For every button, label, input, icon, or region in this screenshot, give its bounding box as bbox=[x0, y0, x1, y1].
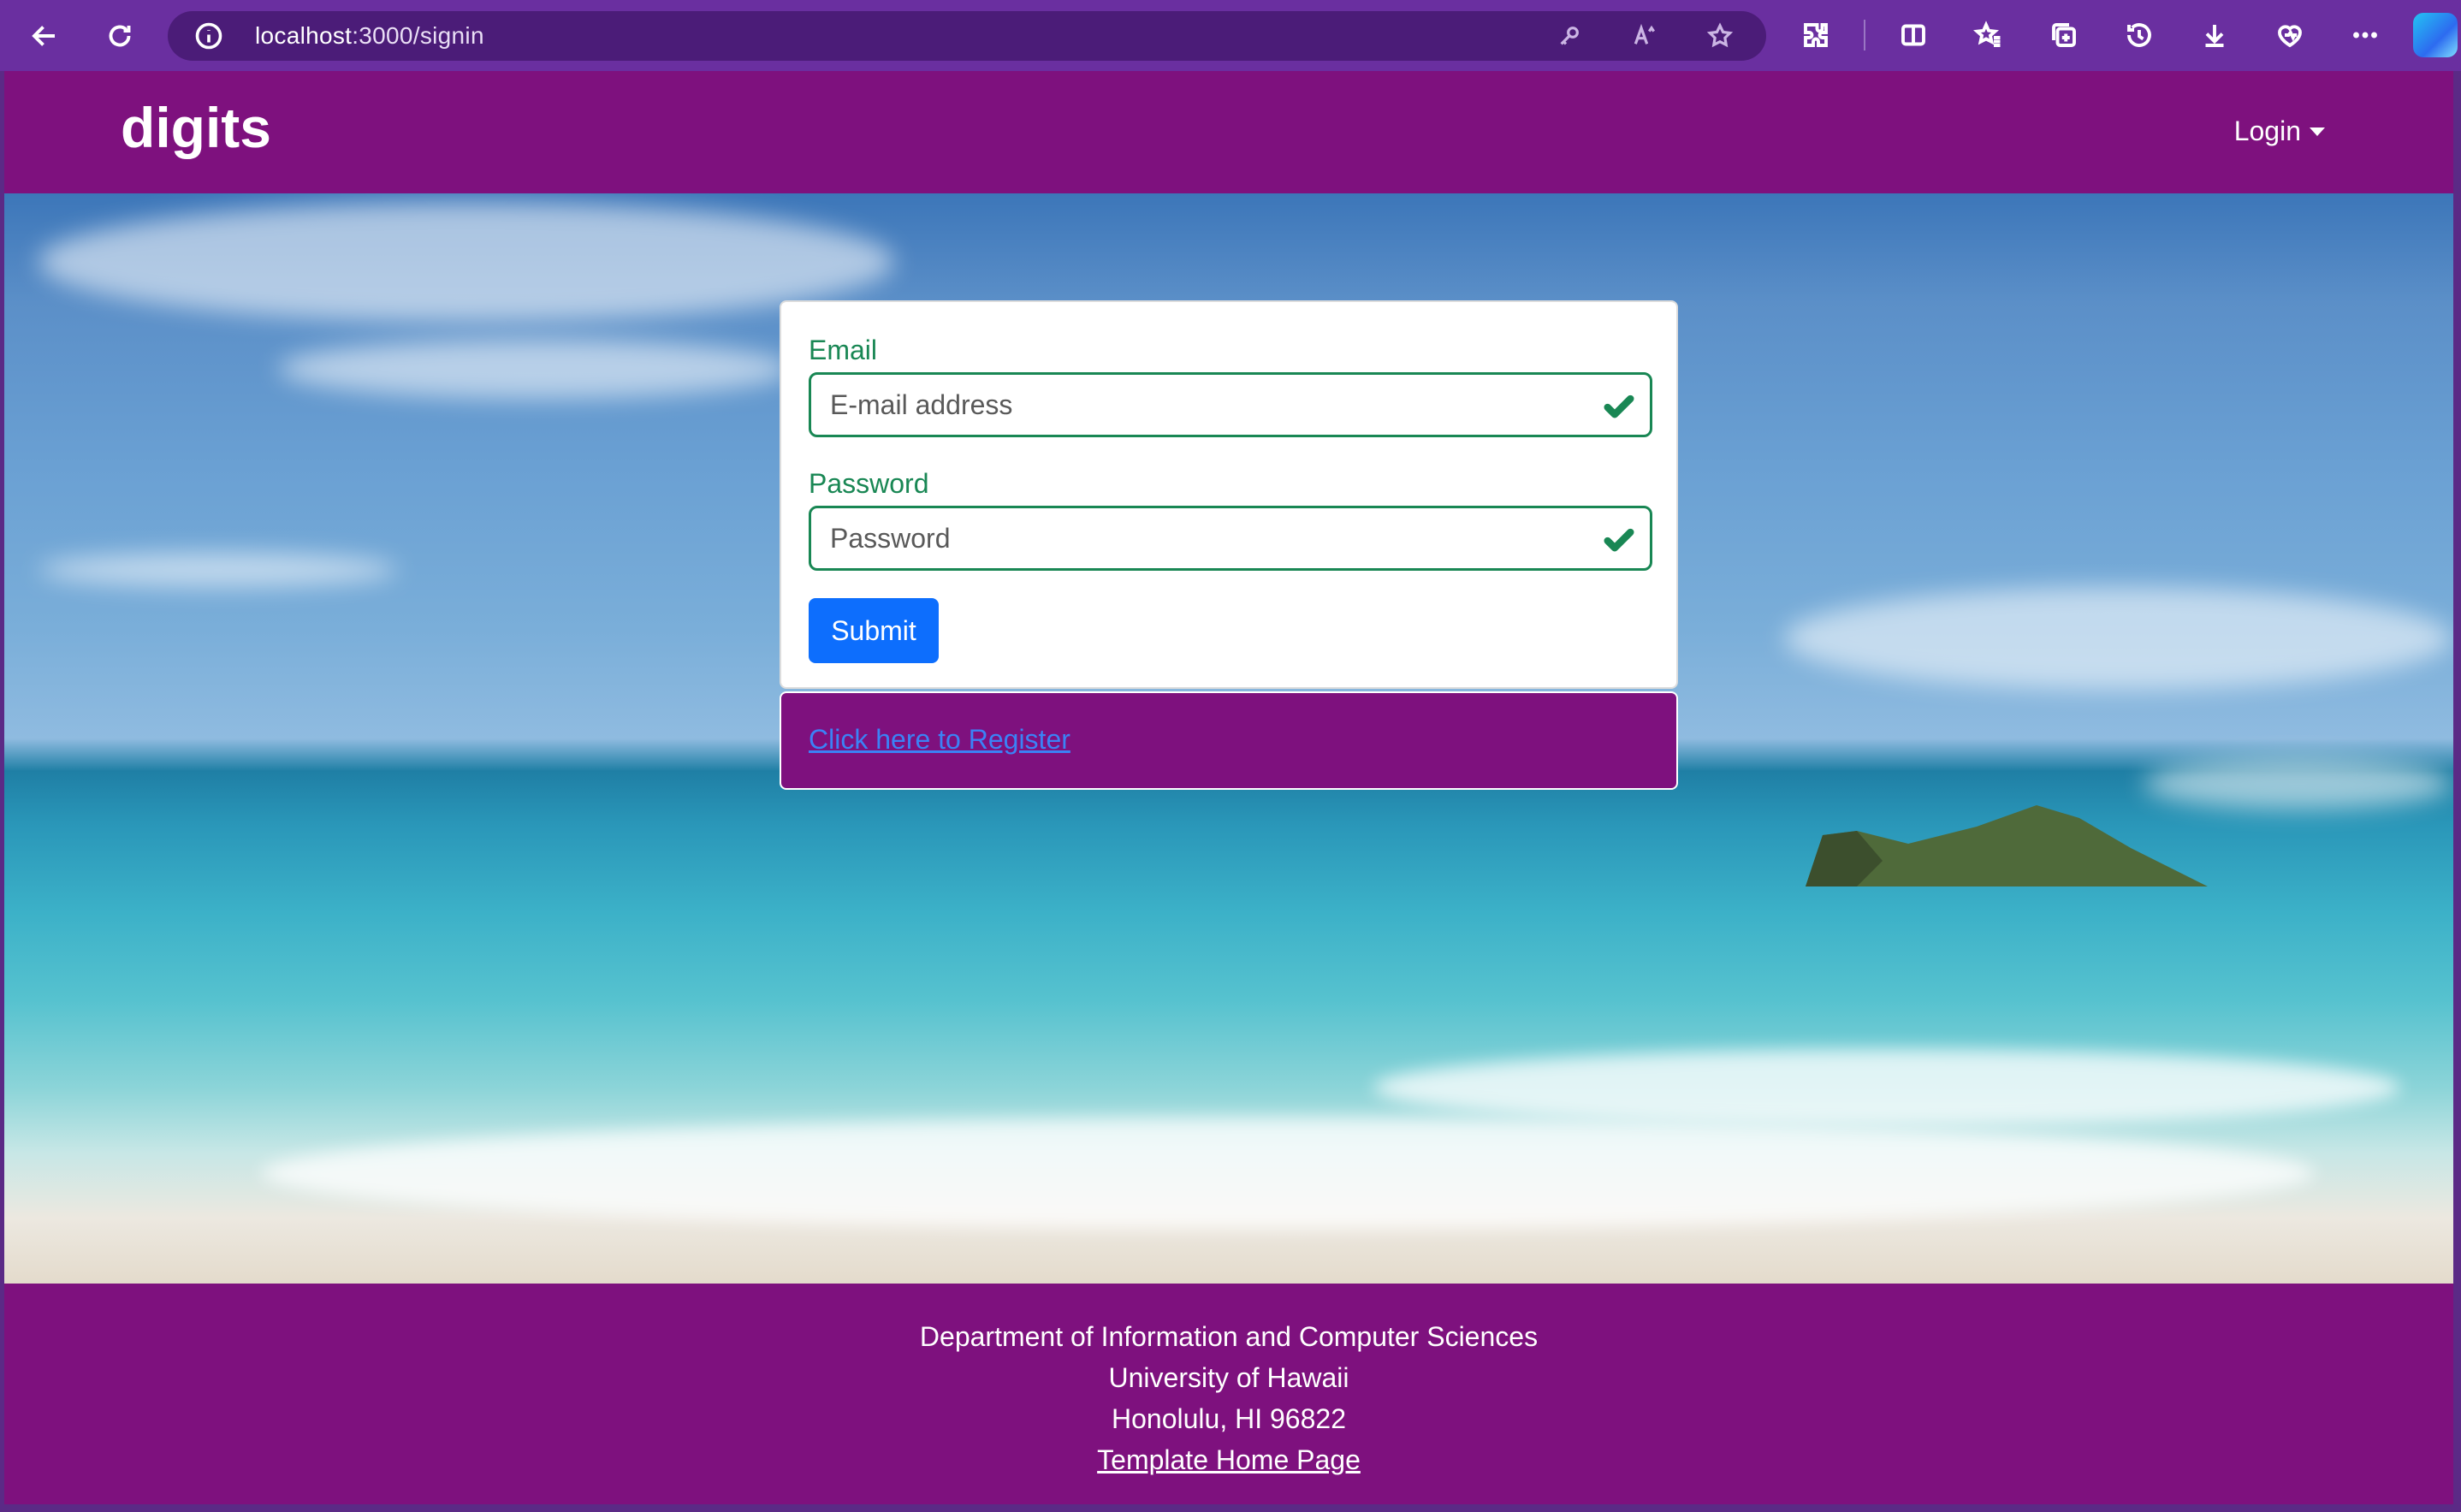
island-graphic bbox=[1806, 805, 2208, 886]
favorites-icon[interactable] bbox=[1961, 8, 2016, 62]
password-label: Password bbox=[809, 468, 929, 499]
login-dropdown[interactable]: Login bbox=[2234, 116, 2325, 147]
password-field[interactable] bbox=[830, 519, 1583, 558]
app-viewport: digits Login Login to your account Email bbox=[4, 71, 2453, 1504]
email-field-wrapper bbox=[809, 372, 1652, 437]
island bbox=[1806, 801, 2208, 886]
downloads-icon[interactable] bbox=[2187, 8, 2242, 62]
brand-logo[interactable]: digits bbox=[121, 95, 271, 160]
favorite-star-icon[interactable] bbox=[1693, 19, 1747, 53]
history-icon[interactable] bbox=[2112, 8, 2167, 62]
copilot-icon[interactable] bbox=[2413, 13, 2458, 57]
caret-down-icon bbox=[2310, 127, 2325, 136]
extensions-icon[interactable] bbox=[1788, 8, 1843, 62]
login-form-card: Email Password Submit bbox=[780, 300, 1678, 689]
submit-button[interactable]: Submit bbox=[809, 598, 939, 663]
navbar: digits Login bbox=[4, 71, 2453, 193]
refresh-icon[interactable] bbox=[92, 9, 147, 63]
footer: Department of Information and Computer S… bbox=[4, 1284, 2453, 1504]
url-path: :3000/signin bbox=[352, 22, 484, 49]
browser-essentials-icon[interactable] bbox=[2262, 8, 2317, 62]
back-icon[interactable] bbox=[17, 9, 72, 63]
register-box: Click here to Register bbox=[780, 691, 1678, 790]
browser-toolbar: localhost:3000/signin bbox=[0, 0, 2461, 71]
check-icon bbox=[1602, 524, 1636, 558]
url-host: localhost bbox=[255, 22, 353, 49]
toolbar-divider bbox=[1864, 20, 1865, 50]
footer-university: University of Hawaii bbox=[1108, 1362, 1349, 1393]
url-text[interactable]: localhost:3000/signin bbox=[255, 22, 484, 50]
check-icon bbox=[1602, 390, 1636, 424]
footer-department: Department of Information and Computer S… bbox=[919, 1321, 1539, 1352]
read-aloud-icon[interactable] bbox=[1617, 19, 1672, 53]
password-field-wrapper bbox=[809, 506, 1652, 571]
info-icon[interactable] bbox=[193, 21, 224, 51]
email-field[interactable] bbox=[830, 385, 1583, 424]
register-link[interactable]: Click here to Register bbox=[809, 724, 1070, 756]
collections-icon[interactable] bbox=[2037, 8, 2091, 62]
more-options-icon[interactable] bbox=[2338, 8, 2393, 62]
cloud bbox=[39, 553, 398, 587]
split-screen-icon[interactable] bbox=[1886, 8, 1941, 62]
wave-foam bbox=[261, 1118, 2315, 1229]
email-label: Email bbox=[809, 335, 878, 365]
template-home-link[interactable]: Template Home Page bbox=[4, 1439, 2453, 1480]
login-dropdown-label: Login bbox=[2233, 116, 2301, 146]
cloud bbox=[1784, 587, 2452, 690]
footer-address: Honolulu, HI 96822 bbox=[1112, 1403, 1346, 1434]
wave-foam bbox=[1373, 1049, 2400, 1126]
address-bar[interactable]: localhost:3000/signin bbox=[168, 11, 1766, 61]
key-icon[interactable] bbox=[1542, 19, 1597, 53]
